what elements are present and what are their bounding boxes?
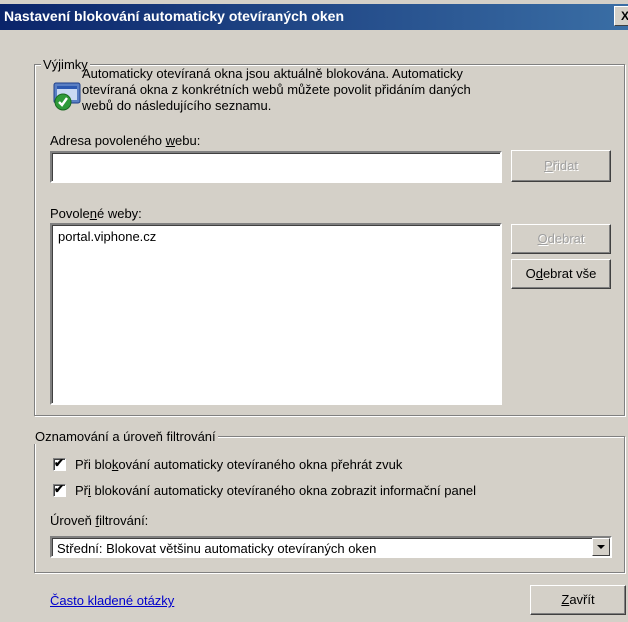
exceptions-description: Automaticky otevíraná okna jsou aktuálně…	[82, 66, 552, 114]
remove-button[interactable]: Odebrat	[511, 224, 611, 254]
remove-all-button[interactable]: Odebrat vše	[511, 259, 611, 289]
play-sound-label[interactable]: Při blokování automaticky otevíraného ok…	[75, 457, 402, 472]
faq-link[interactable]: Často kladené otázky	[50, 593, 174, 608]
checkmark-icon: ✔	[54, 482, 65, 496]
list-item[interactable]: portal.viphone.cz	[58, 229, 156, 244]
show-infobar-checkbox[interactable]: ✔	[53, 482, 66, 497]
show-infobar-label[interactable]: Při blokování automaticky otevíraného ok…	[75, 483, 476, 498]
address-label: Adresa povoleného webu:	[50, 133, 201, 148]
description-line-2: otevíraná okna z konkrétních webů můžete…	[82, 82, 471, 97]
filter-level-value: Střední: Blokovat většinu automaticky ot…	[57, 541, 377, 556]
description-line-1: Automaticky otevíraná okna jsou aktuálně…	[82, 66, 463, 81]
allowed-sites-label: Povolené weby:	[50, 206, 142, 221]
filter-level-select[interactable]: Střední: Blokovat většinu automaticky ot…	[50, 536, 612, 558]
filter-level-label: Úroveň filtrování:	[50, 513, 149, 528]
allowed-sites-list[interactable]: portal.viphone.cz	[50, 223, 502, 405]
close-window-button[interactable]: X	[614, 6, 628, 26]
address-input[interactable]	[50, 151, 502, 183]
chevron-down-icon[interactable]	[592, 538, 610, 556]
notifications-legend: Oznamování a úroveň filtrování	[33, 429, 218, 444]
play-sound-checkbox[interactable]: ✔	[53, 456, 66, 471]
close-button[interactable]: Zavřít	[530, 585, 626, 615]
shield-check-icon	[53, 82, 81, 111]
title-bar[interactable]: Nastavení blokování automaticky otevíran…	[0, 4, 628, 30]
window-title: Nastavení blokování automaticky otevíran…	[4, 8, 345, 24]
popup-blocker-settings-dialog: Nastavení blokování automaticky otevíran…	[0, 0, 628, 622]
description-line-3: webů do následujícího seznamu.	[82, 98, 272, 113]
checkmark-icon: ✔	[54, 456, 65, 470]
add-button[interactable]: Přidat	[511, 150, 611, 182]
